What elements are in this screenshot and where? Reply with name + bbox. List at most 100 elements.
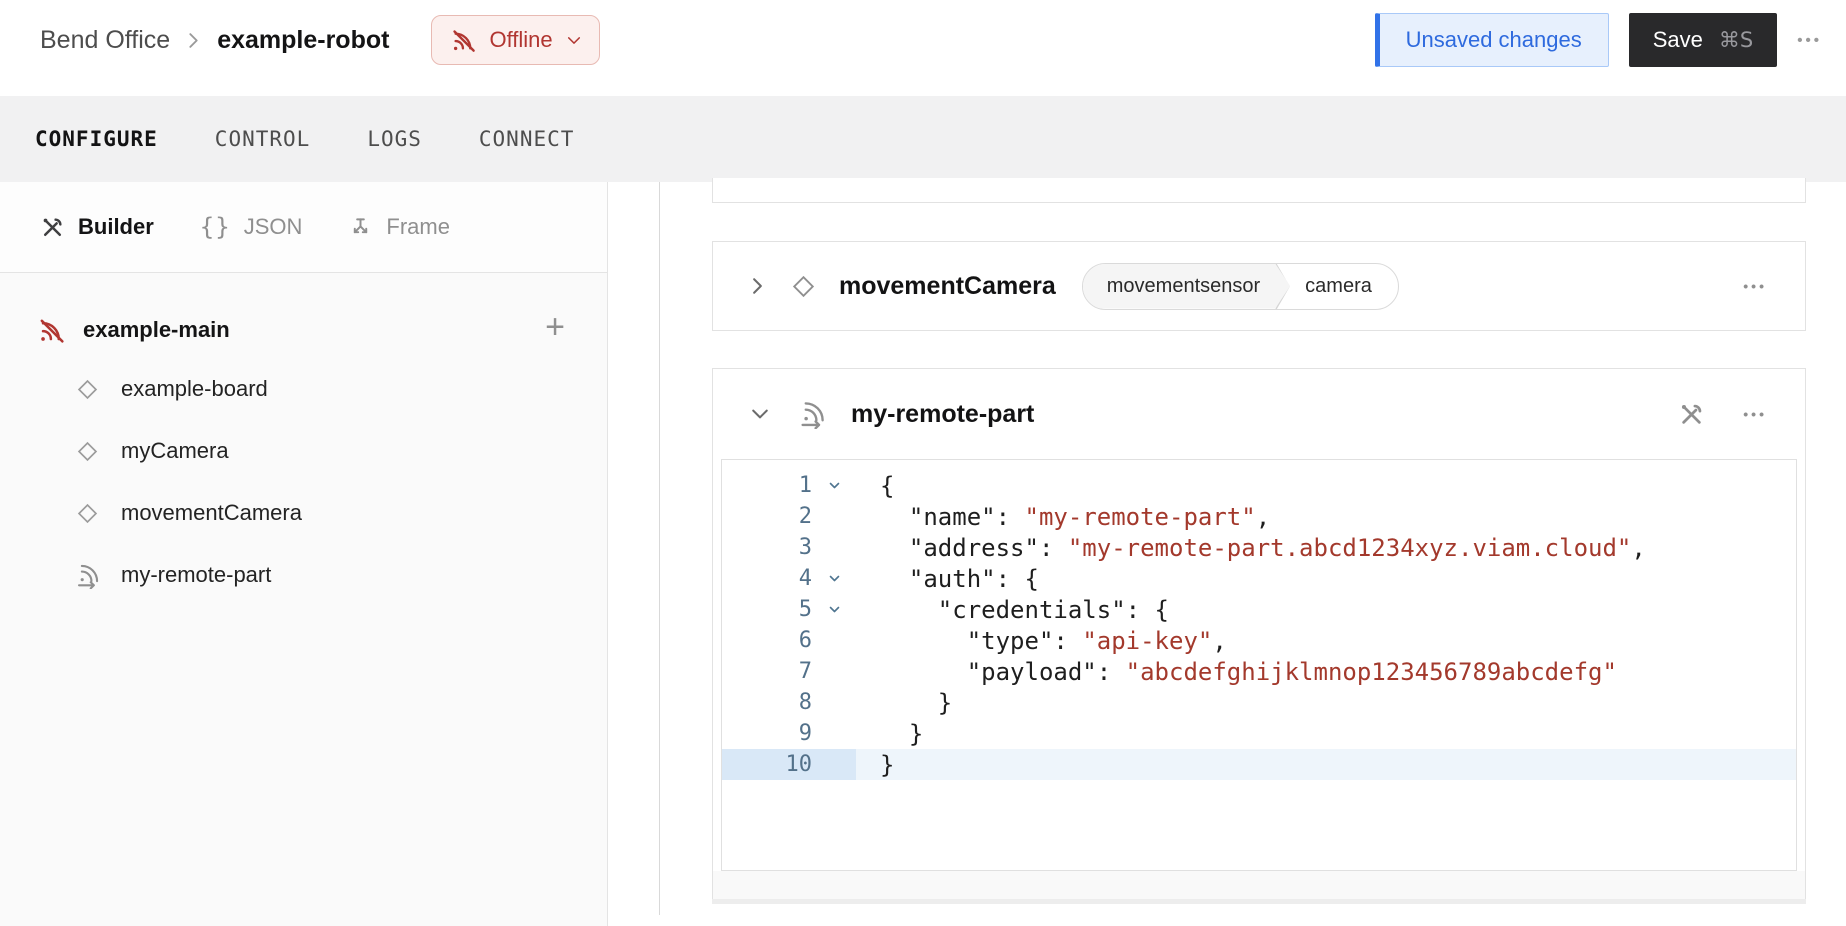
fold-chevron-icon[interactable]: [812, 482, 856, 490]
editor-gutter: 6: [722, 625, 856, 656]
resource-type-tag: movementsensor camera: [1082, 263, 1399, 310]
tree-item-example-board[interactable]: example-board: [0, 358, 607, 420]
code-text: }: [856, 720, 923, 748]
machine-part-name: example-main: [83, 317, 230, 343]
code-text: "auth": {: [856, 565, 1039, 593]
code-line-10[interactable]: 10}: [722, 749, 1796, 780]
code-text: "payload": "abcdefghijklmnop123456789abc…: [856, 658, 1617, 686]
code-line-9[interactable]: 9 }: [722, 718, 1796, 749]
tree-item-label: myCamera: [121, 438, 229, 464]
header-actions: Unsaved changes Save ⌘S •••: [1375, 13, 1822, 67]
code-text: "address": "my-remote-part.abcd1234xyz.v…: [856, 534, 1646, 562]
fold-chevron-icon[interactable]: [812, 575, 856, 583]
save-shortcut-hint: ⌘S: [1719, 28, 1753, 52]
code-line-6[interactable]: 6 "type": "api-key",: [722, 625, 1796, 656]
sidebar-view-tabs: Builder {} JSON Frame: [0, 182, 607, 273]
view-tab-builder[interactable]: Builder: [40, 214, 154, 240]
tag-type: camera: [1291, 275, 1398, 298]
code-line-7[interactable]: 7 "payload": "abcdefghijklmnop123456789a…: [722, 656, 1796, 687]
tools-icon[interactable]: [1678, 401, 1705, 428]
breadcrumb-machine-name: example-robot: [217, 26, 389, 55]
tag-subtype: movementsensor: [1083, 264, 1290, 309]
tab-logs[interactable]: LOGS: [367, 127, 422, 151]
editor-gutter: 10: [722, 749, 856, 780]
view-tab-label: JSON: [244, 214, 303, 240]
editor-gutter: 2: [722, 501, 856, 532]
code-text: "credentials": {: [856, 596, 1169, 624]
component-diamond-icon: [72, 498, 102, 528]
frame-icon: [348, 215, 373, 240]
tree-item-my-remote-part[interactable]: my-remote-part: [0, 544, 607, 606]
code-line-2[interactable]: 2 "name": "my-remote-part",: [722, 501, 1796, 532]
line-number: 9: [722, 721, 812, 746]
wifi-off-icon: [36, 315, 66, 345]
line-number: 4: [722, 566, 812, 591]
line-number: 2: [722, 504, 812, 529]
tree-item-label: movementCamera: [121, 500, 302, 526]
status-badge-label: Offline: [489, 27, 552, 53]
editor-gutter: 4: [722, 563, 856, 594]
code-text: "name": "my-remote-part",: [856, 503, 1270, 531]
card-menu-icon[interactable]: •••: [1743, 407, 1767, 421]
save-button-label: Save: [1653, 27, 1703, 53]
code-line-5[interactable]: 5 "credentials": {: [722, 594, 1796, 625]
view-tab-label: Frame: [386, 214, 450, 240]
breadcrumb-organization[interactable]: Bend Office: [40, 26, 170, 55]
line-number: 8: [722, 690, 812, 715]
editor-gutter: 7: [722, 656, 856, 687]
editor-gutter: 8: [722, 687, 856, 718]
collapse-chevron-down-icon[interactable]: [751, 408, 769, 420]
tab-configure[interactable]: CONFIGURE: [35, 127, 158, 151]
header: Bend Office example-robot Offline Unsave…: [0, 0, 1846, 80]
machine-status-badge[interactable]: Offline: [431, 15, 599, 65]
view-tab-frame[interactable]: Frame: [348, 214, 450, 240]
tab-control[interactable]: CONTROL: [215, 127, 311, 151]
component-diamond-icon: [72, 436, 102, 466]
line-number: 3: [722, 535, 812, 560]
save-button[interactable]: Save ⌘S: [1629, 13, 1778, 67]
chevron-down-icon: [567, 36, 581, 45]
code-line-8[interactable]: 8 }: [722, 687, 1796, 718]
code-text: }: [856, 751, 894, 779]
editor-gutter: 1: [722, 470, 856, 501]
card-menu-icon[interactable]: •••: [1743, 279, 1767, 293]
line-number: 10: [722, 752, 812, 777]
breadcrumb-chevron-icon: [188, 32, 199, 49]
fold-chevron-icon[interactable]: [812, 606, 856, 614]
code-editor-lines: 1{2 "name": "my-remote-part",3 "address"…: [722, 470, 1796, 780]
view-tab-label: Builder: [78, 214, 154, 240]
json-code-editor[interactable]: 1{2 "name": "my-remote-part",3 "address"…: [721, 459, 1797, 871]
wifi-off-icon: [450, 27, 477, 54]
card-movement-camera: movementCamera movementsensor camera •••: [712, 241, 1806, 331]
view-tab-json[interactable]: {} JSON: [200, 213, 303, 241]
tree-item-example-main[interactable]: example-main +: [0, 302, 607, 358]
card-my-remote-part: my-remote-part ••• 1{2 "name": "my-remot…: [712, 368, 1806, 899]
header-overflow-menu-icon[interactable]: •••: [1797, 33, 1822, 48]
card-partial: [712, 178, 1806, 203]
card-title: my-remote-part: [851, 400, 1034, 429]
unsaved-changes-button[interactable]: Unsaved changes: [1375, 13, 1609, 67]
remote-part-icon: [797, 399, 827, 429]
code-text: "type": "api-key",: [856, 627, 1227, 655]
code-line-1[interactable]: 1{: [722, 470, 1796, 501]
editor-gutter: 3: [722, 532, 856, 563]
tab-connect[interactable]: CONNECT: [479, 127, 575, 151]
tree-item-movementCamera[interactable]: movementCamera: [0, 482, 607, 544]
tools-icon: [40, 215, 65, 240]
resource-tree: example-main + example-board myCamera move…: [0, 273, 607, 606]
tree-item-myCamera[interactable]: myCamera: [0, 420, 607, 482]
editor-horizontal-scrollbar[interactable]: [713, 871, 1805, 899]
component-diamond-icon: [792, 275, 815, 298]
line-number: 7: [722, 659, 812, 684]
code-line-4[interactable]: 4 "auth": {: [722, 563, 1796, 594]
line-number: 5: [722, 597, 812, 622]
editor-gutter: 5: [722, 594, 856, 625]
card-header: my-remote-part •••: [713, 369, 1805, 459]
code-text: {: [856, 472, 894, 500]
add-component-button[interactable]: +: [545, 310, 565, 344]
code-line-3[interactable]: 3 "address": "my-remote-part.abcd1234xyz…: [722, 532, 1796, 563]
expand-chevron-right-icon[interactable]: [751, 277, 764, 295]
editor-gutter: 9: [722, 718, 856, 749]
braces-icon: {}: [200, 213, 231, 241]
content-divider: [659, 182, 660, 915]
